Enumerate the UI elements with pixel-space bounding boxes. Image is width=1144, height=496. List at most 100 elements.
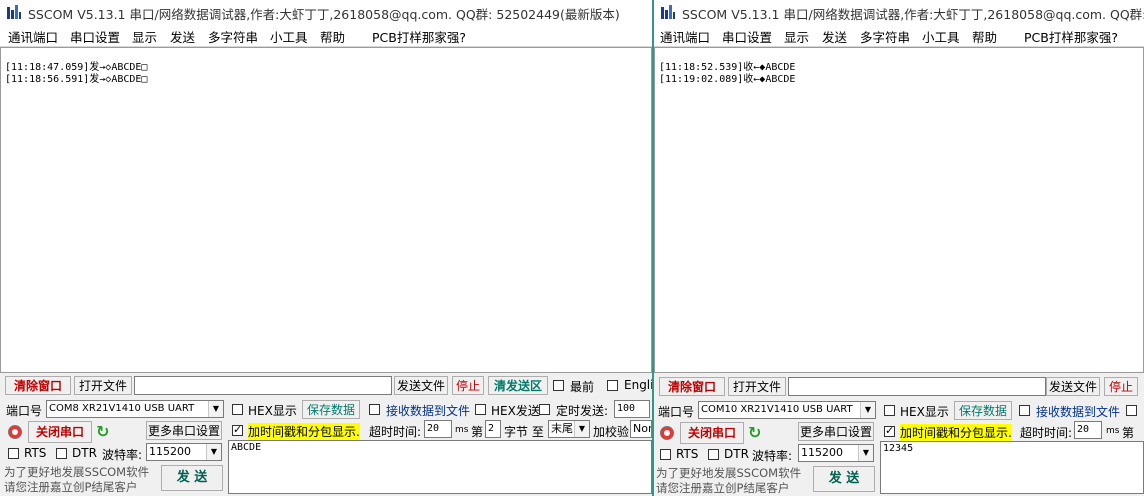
menu-display[interactable]: 显示: [132, 27, 157, 46]
menu-comm-port[interactable]: 通讯端口: [8, 27, 58, 46]
more-serial-settings-button[interactable]: 更多串口设置: [798, 422, 874, 441]
log-line: [11:18:56.591]发→◇ABCDE□: [5, 74, 148, 85]
app-logo-icon: [661, 5, 675, 19]
recv-to-file-label: 接收数据到文件: [1036, 405, 1121, 419]
english-label: English: [624, 378, 652, 392]
promo-line-2[interactable]: 请您注册嘉立创P结尾客户: [4, 479, 137, 495]
port-select[interactable]: COM10 XR21V1410 USB UART ▼: [698, 401, 876, 419]
send-input[interactable]: ABCDE: [228, 440, 652, 494]
menu-display[interactable]: 显示: [784, 27, 809, 46]
nth-label: 第: [1122, 426, 1135, 440]
refresh-icon[interactable]: ↻: [96, 422, 109, 441]
send-button[interactable]: 发 送: [161, 465, 223, 491]
receive-area[interactable]: [11:18:47.059]发→◇ABCDE□ [11:18:56.591]发→…: [0, 47, 652, 373]
timestamp-checkbox[interactable]: [232, 423, 243, 436]
dtr-label: DTR: [724, 447, 749, 461]
ms-label: ms: [455, 425, 469, 435]
tail-value: 末尾: [551, 422, 573, 435]
hex-send-checkbox[interactable]: [475, 404, 486, 415]
receive-area[interactable]: [11:18:52.539]收←◆ABCDE [11:19:02.089]收←◆…: [654, 47, 1144, 373]
hex-display-checkbox[interactable]: [232, 404, 243, 415]
checksum-value: None: [633, 422, 651, 435]
rts-checkbox[interactable]: [660, 449, 671, 460]
timeout-label: 超时时间:: [1020, 426, 1073, 440]
port-label: 端口号: [6, 404, 43, 418]
close-port-button[interactable]: 关闭串口: [680, 422, 744, 444]
file-path-input[interactable]: [788, 377, 1046, 396]
tail-select[interactable]: 末尾 ▼: [548, 420, 590, 438]
open-file-button[interactable]: 打开文件: [74, 376, 132, 395]
stop-button[interactable]: 停止: [452, 376, 484, 395]
timeout-input[interactable]: 20: [424, 420, 452, 438]
menu-comm-port[interactable]: 通讯端口: [660, 27, 710, 46]
menu-serial-settings[interactable]: 串口设置: [722, 27, 772, 46]
app-logo-icon: [7, 5, 21, 19]
timeout-input[interactable]: 20: [1074, 421, 1102, 439]
menu-help[interactable]: 帮助: [320, 27, 345, 46]
promo-line-2[interactable]: 请您注册嘉立创P结尾客户: [656, 480, 789, 496]
port-label: 端口号: [658, 405, 695, 419]
menu-serial-settings[interactable]: 串口设置: [70, 27, 120, 46]
port-select[interactable]: COM8 XR21V1410 USB UART ▼: [46, 400, 224, 418]
save-data-button[interactable]: 保存数据: [954, 401, 1012, 420]
promo-line-1[interactable]: 为了更好地发展SSCOM软件: [4, 464, 149, 480]
menu-bar: 通讯端口 串口设置 显示 发送 多字符串 小工具 帮助 PCB打样那家强?: [0, 24, 652, 47]
send-file-button[interactable]: 发送文件: [394, 376, 448, 395]
title-bar: SSCOM V5.13.1 串口/网络数据调试器,作者:大虾丁丁,2618058…: [654, 0, 1144, 24]
timestamp-checkbox[interactable]: [884, 424, 895, 437]
chevron-down-icon: ▼: [858, 445, 873, 461]
menu-send[interactable]: 发送: [170, 27, 195, 46]
always-on-top-checkbox[interactable]: [553, 380, 564, 391]
send-input[interactable]: 12345: [880, 441, 1144, 494]
byte-start-input[interactable]: 2: [485, 420, 501, 438]
baud-value: 115200: [801, 446, 843, 459]
rts-label: RTS: [24, 446, 47, 460]
sscom-window-right: SSCOM V5.13.1 串口/网络数据调试器,作者:大虾丁丁,2618058…: [654, 0, 1144, 496]
file-path-input[interactable]: [134, 376, 392, 395]
hex-display-checkbox[interactable]: [884, 405, 895, 416]
close-port-button[interactable]: 关闭串口: [28, 421, 92, 443]
menu-send[interactable]: 发送: [822, 27, 847, 46]
dtr-checkbox[interactable]: [708, 449, 719, 460]
promo-line-1[interactable]: 为了更好地发展SSCOM软件: [656, 465, 801, 481]
hex-display-label: HEX显示: [900, 405, 949, 419]
timed-interval-input[interactable]: 100: [614, 400, 650, 418]
hex-send-checkbox[interactable]: [1126, 405, 1137, 416]
dtr-label: DTR: [72, 446, 97, 460]
dtr-checkbox[interactable]: [56, 448, 67, 459]
clear-send-area-button[interactable]: 清发送区: [488, 376, 548, 395]
timed-send-checkbox[interactable]: [539, 404, 550, 415]
chevron-down-icon: ▼: [206, 444, 221, 460]
stop-button[interactable]: 停止: [1104, 377, 1138, 396]
send-button[interactable]: 发 送: [813, 466, 875, 492]
clear-window-button[interactable]: 清除窗口: [5, 376, 71, 395]
title-bar: SSCOM V5.13.1 串口/网络数据调试器,作者:大虾丁丁,2618058…: [0, 0, 652, 24]
menu-multi-string[interactable]: 多字符串: [860, 27, 910, 46]
rts-checkbox[interactable]: [8, 448, 19, 459]
checksum-select[interactable]: None: [630, 420, 652, 438]
send-file-button[interactable]: 发送文件: [1046, 377, 1100, 396]
refresh-icon[interactable]: ↻: [748, 423, 761, 442]
open-file-button[interactable]: 打开文件: [728, 377, 786, 396]
sscom-window-left: SSCOM V5.13.1 串口/网络数据调试器,作者:大虾丁丁,2618058…: [0, 0, 652, 496]
timed-send-label: 定时发送:: [556, 404, 609, 418]
menu-multi-string[interactable]: 多字符串: [208, 27, 258, 46]
menu-help[interactable]: 帮助: [972, 27, 997, 46]
baud-select[interactable]: 115200 ▼: [798, 444, 874, 462]
menu-pcb-ad[interactable]: PCB打样那家强?: [1024, 27, 1118, 46]
port-value: COM10 XR21V1410 USB UART: [701, 404, 853, 415]
log-line: [11:18:52.539]收←◆ABCDE: [659, 62, 796, 73]
chevron-down-icon: ▼: [208, 401, 223, 417]
menu-pcb-ad[interactable]: PCB打样那家强?: [372, 27, 466, 46]
more-serial-settings-button[interactable]: 更多串口设置: [146, 421, 222, 440]
recv-to-file-label: 接收数据到文件: [386, 404, 471, 418]
save-data-button[interactable]: 保存数据: [302, 400, 360, 419]
menu-bar: 通讯端口 串口设置 显示 发送 多字符串 小工具 帮助 PCB打样那家强?: [654, 24, 1144, 47]
baud-select[interactable]: 115200 ▼: [146, 443, 222, 461]
menu-tools[interactable]: 小工具: [922, 27, 960, 46]
clear-window-button[interactable]: 清除窗口: [659, 377, 725, 396]
menu-tools[interactable]: 小工具: [270, 27, 308, 46]
recv-to-file-checkbox[interactable]: [369, 404, 380, 415]
english-checkbox[interactable]: [607, 380, 618, 391]
recv-to-file-checkbox[interactable]: [1019, 405, 1030, 416]
